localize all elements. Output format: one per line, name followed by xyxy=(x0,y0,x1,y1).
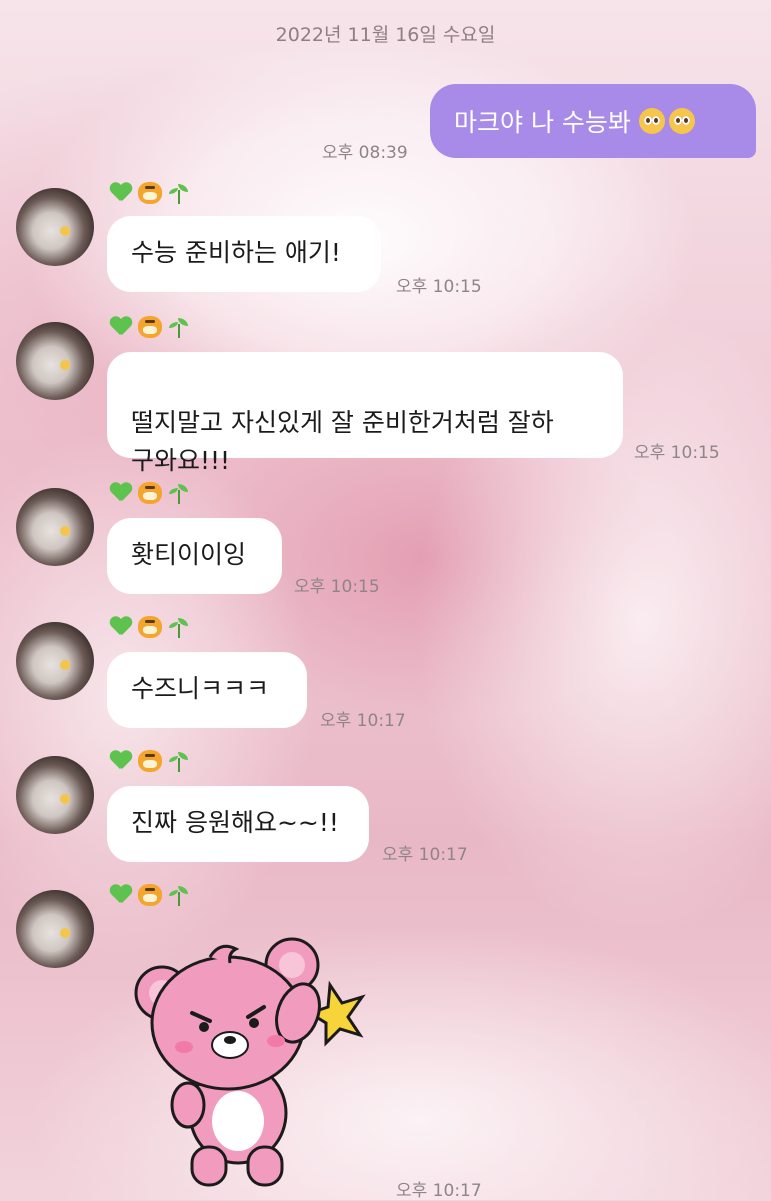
name-badges xyxy=(110,884,190,906)
outgoing-message-text: 마크야 나 수능봐 xyxy=(454,108,631,137)
tiger-face-icon xyxy=(138,616,162,638)
name-badges xyxy=(110,482,190,504)
incoming-message-bubble[interactable]: 홧티이이잉 xyxy=(107,518,282,594)
incoming-message-bubble[interactable]: 수능 준비하는 애기! xyxy=(107,216,381,292)
incoming-message-bubble[interactable]: 떨지말고 자신있게 잘 준비한거처럼 잘하 구와요!!! xyxy=(107,352,623,475)
seedling-icon xyxy=(168,482,190,504)
green-heart-icon xyxy=(110,183,132,203)
message-time: 오후 10:17 xyxy=(382,845,468,865)
avatar[interactable] xyxy=(16,488,94,566)
seedling-icon xyxy=(168,884,190,906)
pleading-face-icon xyxy=(638,108,665,134)
tiger-face-icon xyxy=(138,750,162,772)
pink-bear-salute-sticker[interactable] xyxy=(130,935,370,1190)
name-badges xyxy=(110,750,190,772)
tiger-face-icon xyxy=(138,316,162,338)
message-time: 오후 10:17 xyxy=(320,711,406,731)
message-time: 오후 10:15 xyxy=(294,577,380,597)
date-header: 2022년 11월 16일 수요일 xyxy=(275,24,496,46)
green-heart-icon xyxy=(110,317,132,337)
avatar[interactable] xyxy=(16,890,94,968)
tiger-face-icon xyxy=(138,182,162,204)
outgoing-message-bubble[interactable]: 마크야 나 수능봐 xyxy=(430,84,756,158)
avatar[interactable] xyxy=(16,756,94,834)
green-heart-icon xyxy=(110,617,132,637)
message-text: 진짜 응원해요~~!! xyxy=(131,808,339,837)
chat-background xyxy=(0,0,771,1200)
message-time: 오후 10:15 xyxy=(634,443,720,463)
seedling-icon xyxy=(168,182,190,204)
message-time: 오후 10:17 xyxy=(396,1181,482,1201)
name-badges xyxy=(110,316,190,338)
name-badges xyxy=(110,182,190,204)
name-badges xyxy=(110,616,190,638)
message-text: 수즈니ㅋㅋㅋ xyxy=(131,674,270,703)
message-time: 오후 10:15 xyxy=(396,277,482,297)
green-heart-icon xyxy=(110,751,132,771)
incoming-message-bubble[interactable]: 수즈니ㅋㅋㅋ xyxy=(107,652,307,728)
green-heart-icon xyxy=(110,483,132,503)
incoming-message-bubble[interactable]: 진짜 응원해요~~!! xyxy=(107,786,369,862)
avatar[interactable] xyxy=(16,322,94,400)
message-text: 홧티이이잉 xyxy=(131,540,247,569)
avatar[interactable] xyxy=(16,188,94,266)
green-heart-icon xyxy=(110,885,132,905)
seedling-icon xyxy=(168,616,190,638)
message-text: 수능 준비하는 애기! xyxy=(131,238,341,267)
avatar[interactable] xyxy=(16,622,94,700)
seedling-icon xyxy=(168,316,190,338)
pleading-face-icon xyxy=(668,108,695,134)
tiger-face-icon xyxy=(138,884,162,906)
tiger-face-icon xyxy=(138,482,162,504)
message-time: 오후 08:39 xyxy=(322,143,408,163)
seedling-icon xyxy=(168,750,190,772)
